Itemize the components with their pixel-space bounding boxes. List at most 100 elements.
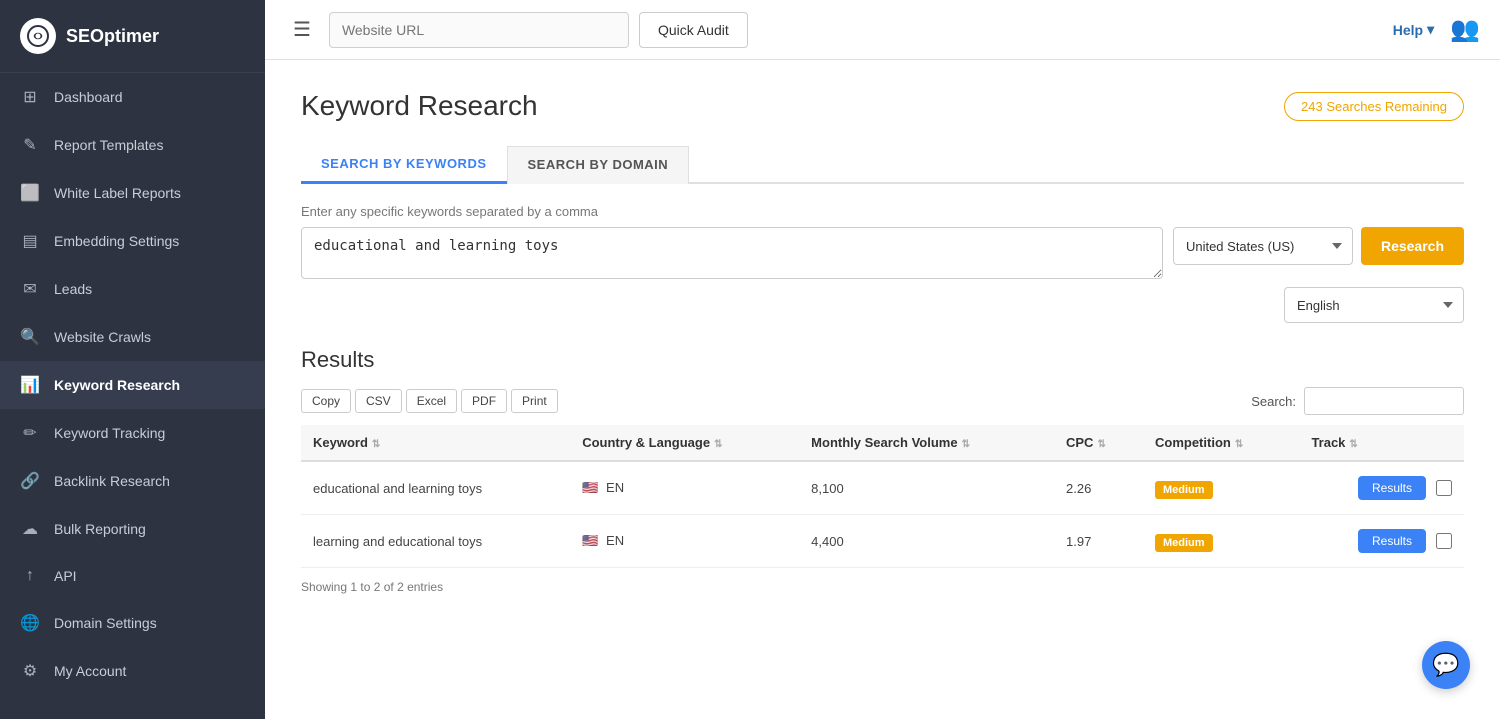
sidebar-item-label: Report Templates (54, 137, 163, 153)
tab-by-domain[interactable]: SEARCH BY DOMAIN (507, 146, 690, 184)
track-checkbox[interactable] (1436, 480, 1452, 496)
col-header-country-language: Country & Language⇅ (570, 425, 799, 461)
brand-logo[interactable]: SEOptimer (0, 0, 265, 73)
sidebar-item-website-crawls[interactable]: 🔍 Website Crawls (0, 313, 265, 361)
sidebar-item-dashboard[interactable]: ⊞ Dashboard (0, 73, 265, 121)
help-button[interactable]: Help ▾ (1393, 21, 1434, 38)
white-label-reports-icon: ⬜ (20, 183, 40, 203)
my-account-icon: ⚙ (20, 661, 40, 681)
competition-cell: Medium (1143, 515, 1299, 568)
export-csv-button[interactable]: CSV (355, 389, 402, 413)
view-results-button[interactable]: Results (1358, 476, 1426, 500)
searches-remaining-badge: 243 Searches Remaining (1284, 92, 1464, 121)
brand-name: SEOptimer (66, 26, 159, 47)
country-select[interactable]: United States (US)United Kingdom (UK)Can… (1173, 227, 1353, 265)
sidebar-item-label: My Account (54, 663, 126, 679)
competition-badge: Medium (1155, 481, 1213, 499)
sort-icon[interactable]: ⇅ (1097, 439, 1105, 450)
competition-badge: Medium (1155, 534, 1213, 552)
sidebar-item-bulk-reporting[interactable]: ☁ Bulk Reporting (0, 505, 265, 553)
leads-icon: ✉ (20, 279, 40, 299)
tab-by-keywords[interactable]: SEARCH BY KEYWORDS (301, 146, 507, 184)
main-area: ☰ Quick Audit Help ▾ 👥 Keyword Research … (265, 0, 1500, 719)
sort-icon[interactable]: ⇅ (962, 439, 970, 450)
sort-icon[interactable]: ⇅ (714, 439, 722, 450)
col-header-competition: Competition⇅ (1143, 425, 1299, 461)
sidebar-item-label: White Label Reports (54, 185, 181, 201)
col-header-track: Track⇅ (1299, 425, 1464, 461)
content-area: Keyword Research 243 Searches Remaining … (265, 60, 1500, 719)
domain-settings-icon: 🌐 (20, 613, 40, 633)
track-checkbox[interactable] (1436, 533, 1452, 549)
col-header-cpc: CPC⇅ (1054, 425, 1143, 461)
table-search-label: Search: (1251, 394, 1296, 409)
research-button[interactable]: Research (1361, 227, 1464, 265)
sidebar-item-leads[interactable]: ✉ Leads (0, 265, 265, 313)
sidebar-item-api[interactable]: ↑ API (0, 553, 265, 599)
page-title: Keyword Research (301, 90, 538, 122)
view-results-button[interactable]: Results (1358, 529, 1426, 553)
embedding-settings-icon: ▤ (20, 231, 40, 251)
results-title: Results (301, 347, 1464, 373)
sidebar-item-label: Embedding Settings (54, 233, 179, 249)
export-pdf-button[interactable]: PDF (461, 389, 507, 413)
keyword-search-row: educational and learning toys United Sta… (301, 227, 1464, 279)
hamburger-icon[interactable]: ☰ (285, 13, 319, 46)
tab-row: SEARCH BY KEYWORDS SEARCH BY DOMAIN (301, 146, 1464, 184)
sidebar-item-label: Keyword Research (54, 377, 180, 393)
sidebar-item-embedding-settings[interactable]: ▤ Embedding Settings (0, 217, 265, 265)
country-language-cell: 🇺🇸 EN (570, 461, 799, 515)
showing-entries-text: Showing 1 to 2 of 2 entries (301, 580, 1464, 594)
results-table: Keyword⇅Country & Language⇅Monthly Searc… (301, 425, 1464, 568)
logo-icon (20, 18, 56, 54)
sidebar-item-white-label-reports[interactable]: ⬜ White Label Reports (0, 169, 265, 217)
sidebar-item-backlink-research[interactable]: 🔗 Backlink Research (0, 457, 265, 505)
sidebar-item-keyword-research[interactable]: 📊 Keyword Research (0, 361, 265, 409)
bulk-reporting-icon: ☁ (20, 519, 40, 539)
sidebar-item-my-account[interactable]: ⚙ My Account (0, 647, 265, 695)
export-copy-button[interactable]: Copy (301, 389, 351, 413)
sort-icon[interactable]: ⇅ (1235, 439, 1243, 450)
table-search-input[interactable] (1304, 387, 1464, 415)
form-hint: Enter any specific keywords separated by… (301, 204, 1464, 219)
sidebar-item-label: Domain Settings (54, 615, 157, 631)
sidebar-item-label: API (54, 568, 77, 584)
quick-audit-button[interactable]: Quick Audit (639, 12, 748, 48)
sidebar-item-label: Dashboard (54, 89, 123, 105)
keyword-input[interactable]: educational and learning toys (301, 227, 1163, 279)
language-row: EnglishSpanishFrenchGerman (301, 287, 1464, 323)
keyword-cell: learning and educational toys (301, 515, 570, 568)
url-input[interactable] (329, 12, 629, 48)
flag-icon: 🇺🇸 (582, 480, 598, 495)
export-print-button[interactable]: Print (511, 389, 558, 413)
user-icon[interactable]: 👥 (1450, 15, 1480, 44)
col-header-keyword: Keyword⇅ (301, 425, 570, 461)
cpc-cell: 2.26 (1054, 461, 1143, 515)
sort-icon[interactable]: ⇅ (372, 439, 380, 450)
table-row: educational and learning toys 🇺🇸 EN 8,10… (301, 461, 1464, 515)
topbar: ☰ Quick Audit Help ▾ 👥 (265, 0, 1500, 60)
sidebar-item-domain-settings[interactable]: 🌐 Domain Settings (0, 599, 265, 647)
cpc-cell: 1.97 (1054, 515, 1143, 568)
sidebar-item-report-templates[interactable]: ✎ Report Templates (0, 121, 265, 169)
keyword-research-icon: 📊 (20, 375, 40, 395)
language-select[interactable]: EnglishSpanishFrenchGerman (1284, 287, 1464, 323)
sidebar: SEOptimer ⊞ Dashboard ✎ Report Templates… (0, 0, 265, 719)
language-code: EN (606, 533, 624, 548)
page-header: Keyword Research 243 Searches Remaining (301, 90, 1464, 122)
backlink-research-icon: 🔗 (20, 471, 40, 491)
sidebar-item-keyword-tracking[interactable]: ✏ Keyword Tracking (0, 409, 265, 457)
competition-cell: Medium (1143, 461, 1299, 515)
monthly-volume-cell: 4,400 (799, 515, 1054, 568)
sort-icon[interactable]: ⇅ (1349, 439, 1357, 450)
keyword-cell: educational and learning toys (301, 461, 570, 515)
sidebar-item-label: Website Crawls (54, 329, 151, 345)
api-icon: ↑ (20, 567, 40, 585)
chevron-down-icon: ▾ (1427, 21, 1434, 38)
chat-bubble[interactable]: 💬 (1422, 641, 1470, 689)
export-excel-button[interactable]: Excel (406, 389, 457, 413)
sidebar-item-label: Leads (54, 281, 92, 297)
sidebar-item-label: Backlink Research (54, 473, 170, 489)
results-toolbar: CopyCSVExcelPDFPrint Search: (301, 387, 1464, 415)
website-crawls-icon: 🔍 (20, 327, 40, 347)
